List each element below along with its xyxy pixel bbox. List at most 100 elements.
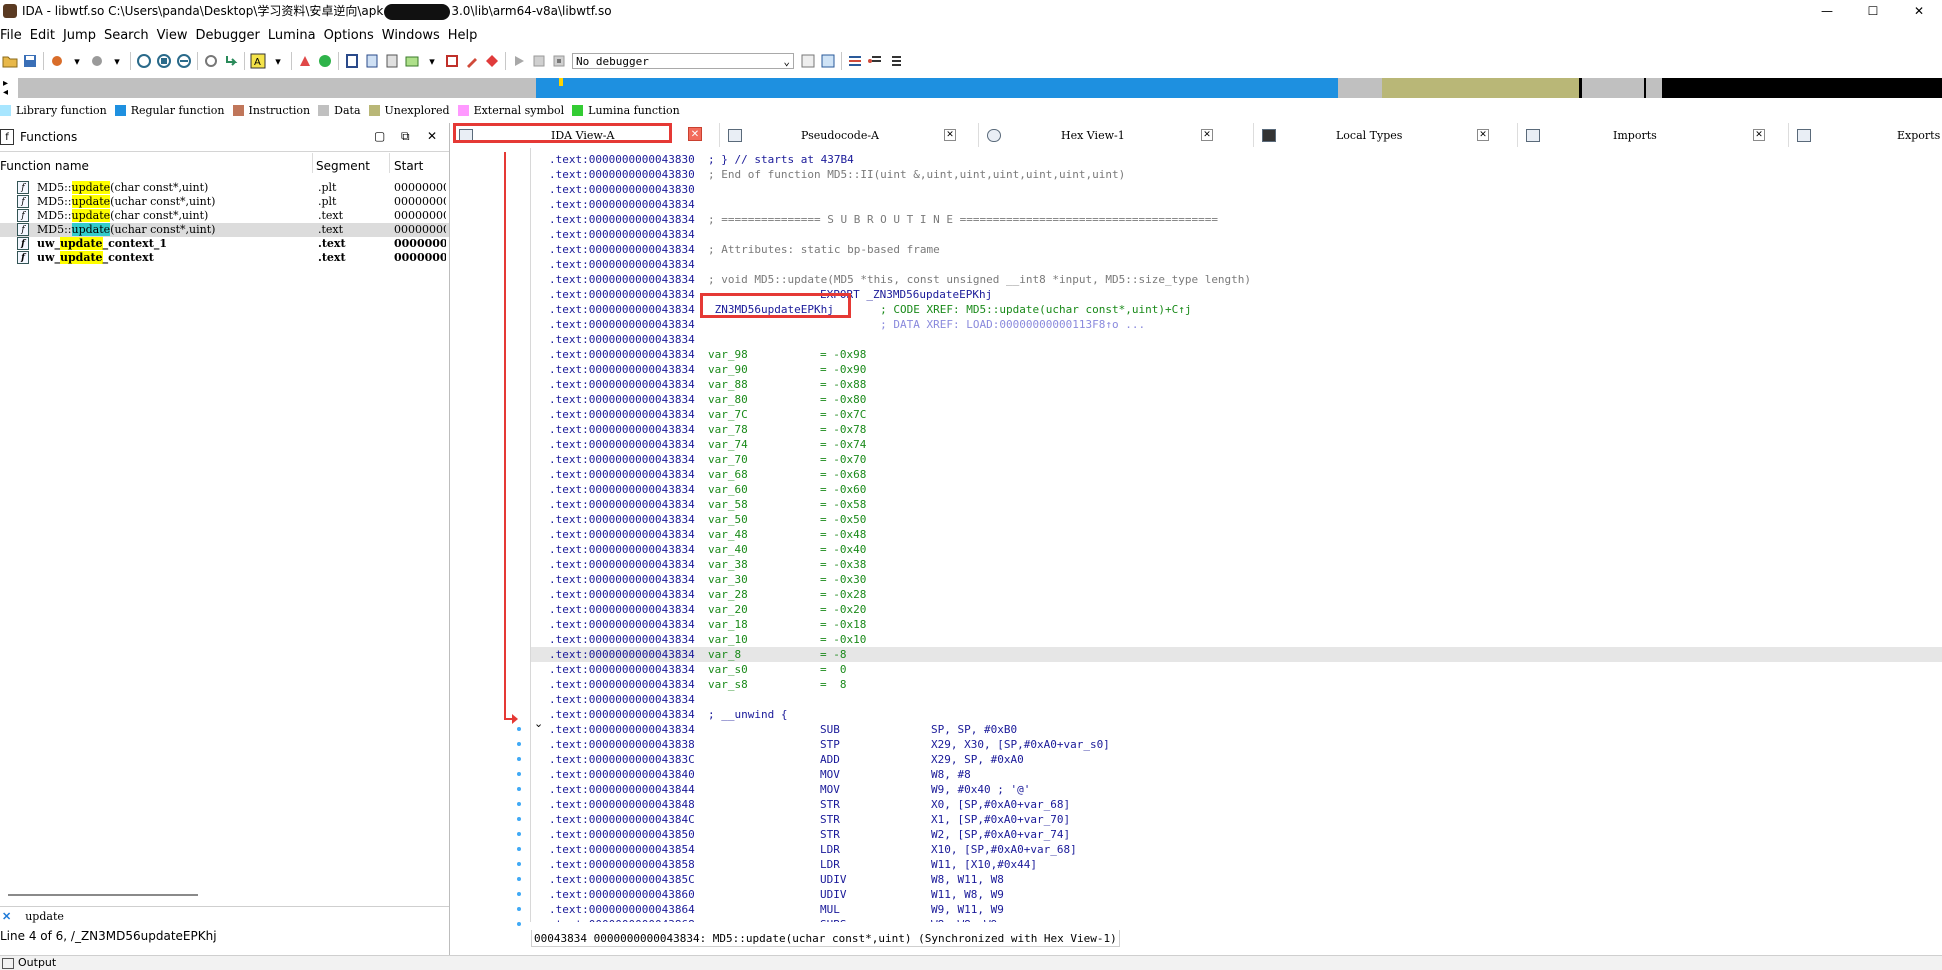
list-add-icon[interactable] (867, 53, 883, 69)
disassembly-line[interactable]: .text:0000000000043834 (531, 197, 1942, 212)
menu-file[interactable]: File (0, 28, 22, 43)
graph-icon[interactable] (136, 53, 152, 69)
connect-icon[interactable] (800, 53, 816, 69)
disassembly-line-current[interactable]: .text:0000000000043834 var_8 = -8 (531, 647, 1942, 662)
disassembly-line[interactable]: .text:0000000000043834 var_80 = -0x80 (531, 392, 1942, 407)
disassembly-line[interactable]: .text:0000000000043834 var_58 = -0x58 (531, 497, 1942, 512)
disassembly-line[interactable]: .text:0000000000043830 ; } // starts at 4… (531, 152, 1942, 167)
disassembly-line[interactable]: .text:0000000000043834 ; void MD5::update… (531, 272, 1942, 287)
step-icon[interactable] (223, 53, 239, 69)
disassembly-line[interactable]: .text:0000000000043834 var_18 = -0x18 (531, 617, 1942, 632)
tab-imports[interactable]: Imports ✕ (1517, 123, 1768, 147)
breakpoint-dot-icon[interactable] (517, 787, 521, 791)
disassembly-line[interactable]: .text:000000000004385C UDIV W8, W11, W8 (531, 872, 1942, 887)
disassembly-line[interactable]: .text:0000000000043834 var_28 = -0x28 (531, 587, 1942, 602)
pause-icon[interactable] (531, 53, 547, 69)
tab-pseudocode-a[interactable]: Pseudocode-A ✕ (719, 123, 970, 147)
breakpoint-dot-icon[interactable] (517, 817, 521, 821)
disassembly-line[interactable]: .text:0000000000043834 var_90 = -0x90 (531, 362, 1942, 377)
function-row[interactable]: f MD5::update(char const*,uint) .plt 000… (0, 181, 449, 195)
disassembly-line[interactable]: .text:0000000000043848 STR X0, [SP,#0xA0+v… (531, 797, 1942, 812)
disassembly-line[interactable]: .text:0000000000043834 var_s8 = 8 (531, 677, 1942, 692)
disassembly-line[interactable]: .text:0000000000043858 LDR W11, [X10,#0x44… (531, 857, 1942, 872)
breakpoint-dot-icon[interactable] (517, 832, 521, 836)
proximity-icon[interactable] (176, 53, 192, 69)
close-icon[interactable]: ✕ (944, 129, 956, 141)
text-color-icon[interactable]: A (250, 53, 266, 69)
close-icon[interactable]: ✕ (688, 127, 702, 141)
disassembly-line[interactable]: .text:0000000000043834 ; __unwind { (531, 707, 1942, 722)
menu-help[interactable]: Help (447, 28, 478, 43)
horizontal-scrollbar[interactable] (8, 894, 198, 896)
breakpoint-dot-icon[interactable] (517, 742, 521, 746)
dropdown-arrow-icon[interactable]: ▾ (109, 53, 125, 69)
disassembly-line[interactable]: .text:0000000000043834 var_78 = -0x78 (531, 422, 1942, 437)
close-filter-icon[interactable]: ✕ (2, 910, 11, 923)
data-icon[interactable] (364, 53, 380, 69)
menu-windows[interactable]: Windows (381, 28, 440, 43)
dropdown-arrow-icon[interactable]: ▾ (270, 53, 286, 69)
disassembly-line[interactable]: .text:0000000000043838 STP X29, X30, [SP,#… (531, 737, 1942, 752)
disassembly-line[interactable]: .text:0000000000043834 var_98 = -0x98 (531, 347, 1942, 362)
jump-back-icon[interactable] (49, 53, 65, 69)
disassembly-line[interactable]: .text:0000000000043834 var_70 = -0x70 (531, 452, 1942, 467)
disassembly-line[interactable]: .text:0000000000043868 SUBS W8, W8, W9 (531, 917, 1942, 922)
disassembly-line[interactable]: .text:0000000000043834 var_48 = -0x48 (531, 527, 1942, 542)
string-icon[interactable] (384, 53, 400, 69)
disassembly-line[interactable]: .text:0000000000043834 (531, 692, 1942, 707)
disassembly-line[interactable]: .text:0000000000043834 var_50 = -0x50 (531, 512, 1942, 527)
column-header-start[interactable]: Start (394, 159, 423, 173)
breakpoint-dot-icon[interactable] (517, 772, 521, 776)
breakpoint-dot-icon[interactable] (517, 802, 521, 806)
disassembly-line[interactable]: .text:0000000000043834 (531, 227, 1942, 242)
tab-hex-view-1[interactable]: Hex View-1 ✕ (978, 123, 1229, 147)
tab-local-types[interactable]: Local Types ✕ (1253, 123, 1504, 147)
breakpoint-dot-icon[interactable] (517, 727, 521, 731)
edit-patch-icon[interactable] (464, 53, 480, 69)
disassembly-line[interactable]: .text:0000000000043834 var_38 = -0x38 (531, 557, 1942, 572)
column-header-function-name[interactable]: Function name (0, 159, 89, 173)
maximize-button[interactable]: ☐ (1850, 0, 1896, 22)
disassembly-line[interactable]: .text:0000000000043834 SUB SP, SP, #0xB0 (531, 722, 1942, 737)
disassembly-line[interactable]: .text:0000000000043834 var_30 = -0x30 (531, 572, 1942, 587)
close-icon[interactable]: ✕ (1201, 129, 1213, 141)
disassembly-line[interactable]: .text:0000000000043864 MUL W9, W11, W9 (531, 902, 1942, 917)
menu-options[interactable]: Options (323, 28, 374, 43)
debugger-select[interactable]: No debugger ⌄ (572, 53, 794, 69)
column-divider[interactable] (312, 153, 313, 173)
panel-restore-icon[interactable]: ⧉ (401, 129, 410, 144)
breakpoint-dot-icon[interactable] (517, 877, 521, 881)
disassembly-line[interactable]: .text:0000000000043834 ; DATA XREF: LOAD… (531, 317, 1942, 332)
disassembly-line[interactable]: .text:0000000000043830 ; End of function … (531, 167, 1942, 182)
menu-debugger[interactable]: Debugger (194, 28, 259, 43)
struct-icon[interactable] (404, 53, 420, 69)
menu-edit[interactable]: Edit (29, 28, 55, 43)
open-folder-icon[interactable] (2, 53, 18, 69)
play-icon[interactable] (511, 53, 527, 69)
menu-search[interactable]: Search (103, 28, 149, 43)
breakpoint-dot-icon[interactable] (517, 847, 521, 851)
disassembly-line[interactable]: .text:0000000000043834 ; =============== … (531, 212, 1942, 227)
close-icon[interactable]: ✕ (1477, 129, 1489, 141)
disassembly-line[interactable]: .text:0000000000043844 MOV W9, #0x40 ; '@' (531, 782, 1942, 797)
function-row-selected[interactable]: f MD5::update(uchar const*,uint) .text 0… (0, 223, 449, 237)
filter-input[interactable]: update (25, 910, 64, 923)
disassembly-line[interactable]: .text:000000000004383C ADD X29, SP, #0xA0 (531, 752, 1942, 767)
disassembly-line[interactable]: .text:0000000000043834 (531, 332, 1942, 347)
dropdown-arrow-icon[interactable]: ▾ (424, 53, 440, 69)
menu-view[interactable]: View (156, 28, 188, 43)
breakpoint-dot-icon[interactable] (517, 757, 521, 761)
close-icon[interactable]: ✕ (1753, 129, 1765, 141)
dropdown-arrow-icon[interactable]: ▾ (69, 53, 85, 69)
disassembly-line[interactable]: .text:0000000000043834 var_10 = -0x10 (531, 632, 1942, 647)
graph-overview-icon[interactable] (156, 53, 172, 69)
output-label[interactable]: Output (18, 956, 56, 969)
minimize-button[interactable]: — (1804, 0, 1850, 22)
code-icon[interactable] (344, 53, 360, 69)
list-remove-icon[interactable] (887, 53, 903, 69)
refresh-icon[interactable] (203, 53, 219, 69)
function-row[interactable]: f uw_update_context .text 000000000 (0, 251, 449, 265)
panel-float-icon[interactable]: ▢ (374, 129, 385, 143)
stop-icon[interactable] (551, 53, 567, 69)
panel-close-icon[interactable]: ✕ (427, 129, 437, 143)
